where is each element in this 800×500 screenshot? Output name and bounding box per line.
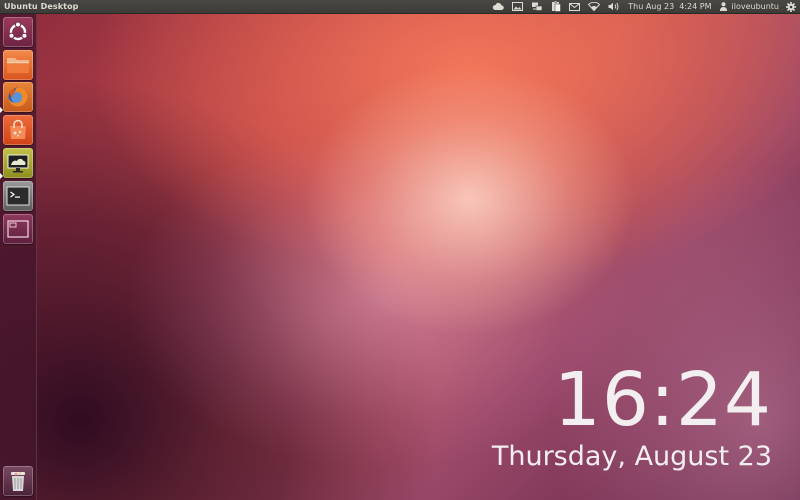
launcher [0,14,37,500]
indicator-area: Thu Aug 23 4:24 PM iloveubuntu [488,0,798,14]
user-name[interactable]: iloveubuntu [729,0,783,14]
desktop-clock-time: 16:24 [553,357,772,443]
workspace-icon [7,220,29,238]
trash-icon [11,472,25,491]
launcher-firefox[interactable] [3,82,33,112]
volume-icon[interactable] [604,0,624,14]
shopping-bag-icon [10,119,26,139]
network-icon[interactable] [527,0,547,14]
monitor-icon [7,154,29,173]
wifi-icon[interactable] [584,0,604,14]
launcher-software-center[interactable] [3,115,33,145]
folder-icon [7,58,29,73]
gear-icon[interactable] [782,0,798,14]
launcher-terminal[interactable] [3,181,33,211]
window-title: Ubuntu Desktop [4,2,79,11]
launcher-trash[interactable] [3,466,33,496]
user-icon[interactable] [716,0,729,14]
clock-indicator[interactable]: Thu Aug 23 4:24 PM [624,0,715,14]
launcher-home-folder[interactable] [3,50,33,80]
firefox-icon [8,87,28,107]
launcher-remote-desktop[interactable] [3,148,33,178]
top-panel: Ubuntu Desktop Thu Aug 23 4:24 PM iloveu… [0,0,800,14]
clipboard-icon[interactable] [547,0,565,14]
launcher-dash-home[interactable] [3,17,33,47]
ubuntu-desktop: Ubuntu Desktop Thu Aug 23 4:24 PM iloveu… [0,0,800,500]
cloud-icon[interactable] [488,0,508,14]
launcher-workspace-switcher[interactable] [3,214,33,244]
desktop-clock-date: Thursday, August 23 [491,441,772,472]
photo-icon[interactable] [508,0,527,14]
terminal-icon [6,186,30,206]
ubuntu-logo-icon [8,21,28,41]
mail-icon[interactable] [565,0,584,14]
